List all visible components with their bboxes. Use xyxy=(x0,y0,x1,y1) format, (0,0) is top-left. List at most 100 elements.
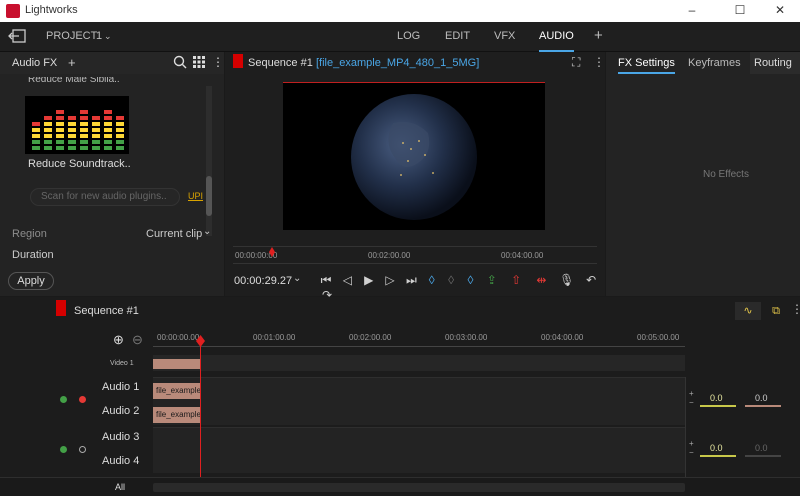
audio3-level-slider[interactable] xyxy=(700,455,736,457)
step-back-icon[interactable]: ◁ xyxy=(338,273,356,287)
video-track-lane[interactable] xyxy=(153,355,685,371)
audio3-level-value[interactable]: 0.0 xyxy=(710,443,723,453)
lift-icon[interactable]: ⇧ xyxy=(505,273,527,287)
microphone-icon[interactable]: 🎙 xyxy=(556,273,578,287)
waveform-toggle-icon[interactable]: ∿ xyxy=(735,302,761,320)
audio1-level-slider[interactable] xyxy=(700,405,736,407)
viewer-timecode[interactable]: 00:00:29.27 xyxy=(234,275,292,287)
search-icon[interactable] xyxy=(173,55,187,72)
play-icon[interactable]: ▶ xyxy=(360,273,378,287)
insert-icon[interactable]: ⇪ xyxy=(482,273,502,287)
no-effects-message: No Effects xyxy=(703,169,749,180)
window-titlebar: Lightworks – ☐ ✕ xyxy=(0,0,800,22)
minimize-button[interactable]: – xyxy=(674,0,710,22)
fx-list-scrollbar[interactable] xyxy=(206,86,212,236)
audio-track-lane-1[interactable] xyxy=(153,377,685,425)
all-tracks-toggle[interactable]: All xyxy=(115,482,125,492)
go-to-start-icon[interactable]: ⏮ xyxy=(317,273,335,288)
project-label[interactable]: PROJECT xyxy=(46,22,97,52)
viewer-ruler[interactable]: 00:00:00:00 00:02:00.00 00:04:00.00 xyxy=(233,246,597,264)
mixer-expand-icon[interactable]: + − xyxy=(689,389,694,407)
region-select[interactable]: Current clip xyxy=(146,228,202,240)
tab-edit[interactable]: EDIT xyxy=(445,22,470,52)
mixer-expand-icon-2[interactable]: + − xyxy=(689,439,694,457)
timeline-flag-icon xyxy=(56,300,66,316)
grid-view-icon[interactable] xyxy=(193,56,205,71)
ruler-label-0: 00:00:00.00 xyxy=(157,333,200,342)
timeline-ruler[interactable]: 00:00:00.00 00:01:00.00 00:02:00.00 00:0… xyxy=(153,330,685,346)
video-frame[interactable] xyxy=(283,82,545,230)
timeline-scrollbar[interactable] xyxy=(153,483,685,492)
mark-out-icon[interactable]: ◊ xyxy=(462,273,478,287)
audio1-level-value[interactable]: 0.0 xyxy=(710,393,723,403)
track-label-video1[interactable]: Video 1 xyxy=(110,360,134,367)
track-label-audio2[interactable]: Audio 2 xyxy=(102,405,139,417)
ruler-label-3: 00:03:00.00 xyxy=(445,333,488,342)
track-label-audio3[interactable]: Audio 3 xyxy=(102,431,139,443)
sync-lock-icon[interactable]: ⧉ xyxy=(766,302,786,320)
viewer-more-icon[interactable]: ⋮ xyxy=(593,55,605,69)
mark-clear-icon[interactable]: ◊ xyxy=(443,273,459,287)
track-record-indicator[interactable] xyxy=(79,396,86,403)
region-label: Region xyxy=(12,228,47,240)
audio3-pan-slider[interactable] xyxy=(745,455,781,457)
timeline-panel: Sequence #1 ∿ ⧉ ⋮ ⊕ ⊖ 00:00:00.00 00:01:… xyxy=(0,297,800,496)
zoom-in-icon[interactable]: ⊕ xyxy=(113,332,124,348)
video-clip[interactable] xyxy=(153,359,200,369)
extract-icon[interactable]: ⇹ xyxy=(530,273,552,287)
apply-button[interactable]: Apply xyxy=(8,272,54,290)
ruler-label-4: 00:04:00.00 xyxy=(541,333,584,342)
region-chevron-icon[interactable]: ⌄ xyxy=(203,226,211,237)
viewer-panel: Sequence #1 [file_example_MP4_480_1_5MG]… xyxy=(225,52,605,302)
timeline-playhead[interactable] xyxy=(200,341,201,496)
timeline-sequence-name[interactable]: Sequence #1 xyxy=(74,305,139,317)
fx-thumbnail-meter[interactable] xyxy=(25,96,129,154)
add-fx-button[interactable]: + xyxy=(68,55,76,70)
tab-audio[interactable]: AUDIO xyxy=(539,22,574,52)
tab-fx-settings[interactable]: FX Settings xyxy=(618,57,675,74)
track-record-indicator-2[interactable] xyxy=(79,446,86,453)
audio1-pan-slider[interactable] xyxy=(745,405,781,407)
close-button[interactable]: ✕ xyxy=(762,0,798,22)
more-options-icon[interactable]: ⋮ xyxy=(212,55,224,69)
step-forward-icon[interactable]: ▷ xyxy=(381,273,399,287)
tab-log[interactable]: LOG xyxy=(397,22,420,52)
track-enable-indicator[interactable] xyxy=(60,396,67,403)
maximize-button[interactable]: ☐ xyxy=(722,0,758,22)
update-link[interactable]: UPI xyxy=(188,191,203,201)
audio-clip-2[interactable]: file_example xyxy=(153,407,200,423)
undo-icon[interactable]: ↶ xyxy=(581,273,601,287)
chevron-down-icon[interactable]: ⌄ xyxy=(104,22,112,52)
exit-icon[interactable] xyxy=(8,28,28,44)
audio1-pan-value[interactable]: 0.0 xyxy=(755,393,768,403)
fullscreen-icon[interactable]: ⛶ xyxy=(572,55,580,70)
project-number[interactable]: 1 xyxy=(96,22,102,52)
tab-keyframes[interactable]: Keyframes xyxy=(688,57,741,69)
tab-vfx[interactable]: VFX xyxy=(494,22,515,52)
duration-label: Duration xyxy=(12,249,54,261)
zoom-out-icon[interactable]: ⊖ xyxy=(132,332,143,348)
track-label-audio1[interactable]: Audio 1 xyxy=(102,381,139,393)
viewer-ruler-label-2: 00:04:00.00 xyxy=(501,251,544,260)
audio-track-lane-2[interactable] xyxy=(153,427,685,473)
audio-fx-title: Audio FX xyxy=(12,57,58,69)
mark-in-icon[interactable]: ◊ xyxy=(424,273,440,287)
fx-item-top-label[interactable]: Reduce Male Sibila.. xyxy=(28,77,120,87)
go-to-end-icon[interactable]: ⏭ xyxy=(402,273,420,288)
timeline-more-icon[interactable]: ⋮ xyxy=(791,302,800,316)
ruler-label-2: 00:02:00.00 xyxy=(349,333,392,342)
fx-item-label[interactable]: Reduce Soundtrack.. xyxy=(28,158,131,170)
sequence-flag-icon xyxy=(233,54,243,68)
tab-routing[interactable]: Routing xyxy=(750,52,800,74)
track-enable-indicator-2[interactable] xyxy=(60,446,67,453)
timecode-chevron-icon[interactable]: ⌄ xyxy=(293,273,301,284)
main-menubar: PROJECT 1 ⌄ LOG EDIT VFX AUDIO + xyxy=(0,22,800,52)
audio3-pan-value[interactable]: 0.0 xyxy=(755,443,768,453)
viewer-ruler-label-1: 00:02:00.00 xyxy=(368,251,411,260)
viewer-sequence-name: Sequence #1 xyxy=(248,57,313,69)
audio-clip-1[interactable]: file_example xyxy=(153,383,200,399)
track-label-audio4[interactable]: Audio 4 xyxy=(102,455,139,467)
add-tab-button[interactable]: + xyxy=(594,22,603,52)
scan-plugins-input[interactable]: Scan for new audio plugins.. xyxy=(30,188,180,206)
viewer-file-name: [file_example_MP4_480_1_5MG] xyxy=(316,57,480,69)
